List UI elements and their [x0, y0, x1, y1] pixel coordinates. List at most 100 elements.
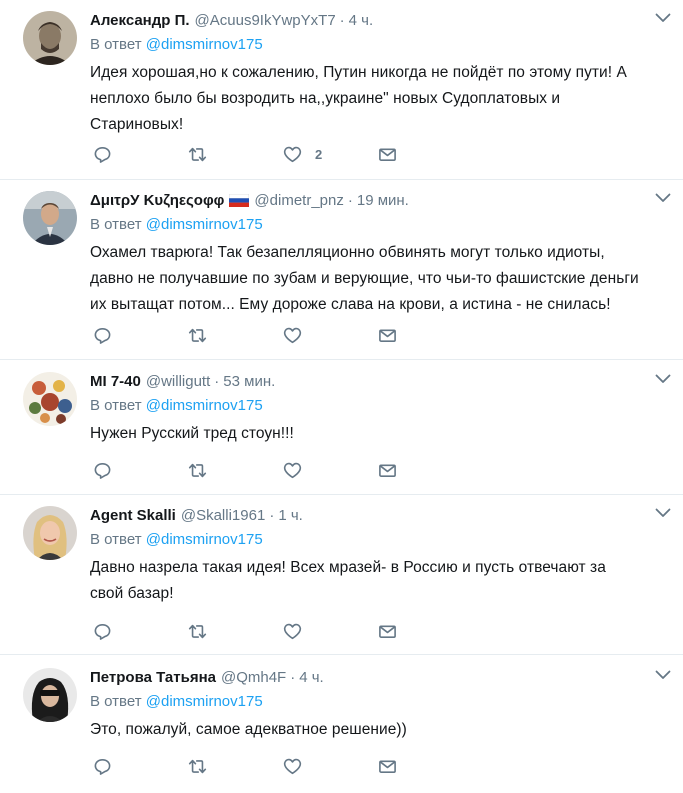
- separator: ·: [339, 11, 345, 29]
- chevron-down-icon[interactable]: [655, 508, 671, 518]
- tweet-header: Петрова Татьяна @Qmh4F · 4 ч.: [90, 668, 639, 686]
- tweet[interactable]: ΔμιτρУ Kυζηεςοφφ @dimetr_pnz · 19 мин. В…: [0, 180, 683, 360]
- reply-icon: [94, 328, 111, 344]
- like-icon: [283, 462, 302, 479]
- author-name[interactable]: Agent Skalli: [90, 507, 176, 524]
- tweet-header: MI 7-40 @willigutt · 53 мин.: [90, 372, 639, 390]
- separator: ·: [269, 506, 275, 524]
- reply-button[interactable]: [93, 326, 188, 345]
- retweet-button[interactable]: [188, 326, 283, 345]
- reply-mention-link[interactable]: @dimsmirnov175: [146, 531, 263, 548]
- like-button[interactable]: [283, 326, 378, 345]
- reply-icon: [94, 624, 111, 640]
- retweet-button[interactable]: [188, 622, 283, 641]
- tweet[interactable]: Agent Skalli @Skalli1961 · 1 ч. В ответ …: [0, 495, 683, 655]
- message-icon: [379, 148, 396, 162]
- reply-mention-link[interactable]: @dimsmirnov175: [146, 216, 263, 233]
- tweet[interactable]: Александр П. @Acuus9IkYwpYxT7 · 4 ч. В о…: [0, 0, 683, 180]
- tweet-text: Давно назрела такая идея! Всех мразей- в…: [90, 559, 606, 602]
- russia-flag-icon: [229, 193, 250, 207]
- message-button[interactable]: [378, 145, 473, 164]
- reply-button[interactable]: [93, 461, 188, 480]
- chevron-down-icon[interactable]: [655, 374, 671, 384]
- chevron-down-icon[interactable]: [655, 670, 671, 680]
- tweet-actions: [93, 757, 473, 776]
- reply-context: В ответ @dimsmirnov175: [90, 216, 639, 233]
- retweet-button[interactable]: [188, 461, 283, 480]
- reply-mention-link[interactable]: @dimsmirnov175: [146, 36, 263, 53]
- message-icon: [379, 464, 396, 478]
- retweet-icon: [188, 147, 207, 162]
- reply-button[interactable]: [93, 757, 188, 776]
- message-button[interactable]: [378, 622, 473, 641]
- tweet-header: Александр П. @Acuus9IkYwpYxT7 · 4 ч.: [90, 11, 639, 29]
- separator: ·: [347, 191, 353, 209]
- tweet-actions: 2: [93, 145, 473, 164]
- retweet-button[interactable]: [188, 757, 283, 776]
- like-icon: [283, 623, 302, 640]
- like-count: 2: [315, 147, 323, 162]
- reply-prefix: В ответ: [90, 216, 142, 233]
- author-handle[interactable]: @Skalli1961: [181, 507, 265, 524]
- avatar[interactable]: [23, 506, 77, 560]
- message-button[interactable]: [378, 326, 473, 345]
- tweet-actions: [93, 622, 473, 641]
- retweet-icon: [188, 624, 207, 639]
- timestamp[interactable]: 53 мин.: [223, 373, 275, 390]
- separator: ·: [290, 668, 296, 686]
- timestamp[interactable]: 4 ч.: [349, 12, 374, 29]
- author-handle[interactable]: @dimetr_pnz: [254, 192, 343, 209]
- author-handle[interactable]: @Acuus9IkYwpYxT7: [195, 12, 336, 29]
- tweet[interactable]: MI 7-40 @willigutt · 53 мин. В ответ @di…: [0, 360, 683, 495]
- avatar[interactable]: [23, 668, 77, 722]
- tweet-text: Это, пожалуй, самое адекватное решение)): [90, 721, 407, 738]
- reply-icon: [94, 759, 111, 775]
- tweet-text: Охамел тварюга! Так безапелляционно обви…: [90, 244, 639, 313]
- reply-prefix: В ответ: [90, 531, 142, 548]
- avatar[interactable]: [23, 191, 77, 245]
- reply-context: В ответ @dimsmirnov175: [90, 397, 639, 414]
- timestamp[interactable]: 1 ч.: [278, 507, 303, 524]
- separator: ·: [214, 372, 220, 390]
- reply-prefix: В ответ: [90, 36, 142, 53]
- timestamp[interactable]: 19 мин.: [357, 192, 409, 209]
- reply-mention-link[interactable]: @dimsmirnov175: [146, 693, 263, 710]
- like-button[interactable]: [283, 461, 378, 480]
- author-name[interactable]: Петрова Татьяна: [90, 669, 216, 686]
- retweet-button[interactable]: [188, 145, 283, 164]
- reply-context: В ответ @dimsmirnov175: [90, 531, 639, 548]
- author-handle[interactable]: @willigutt: [146, 373, 210, 390]
- retweet-icon: [188, 328, 207, 343]
- chevron-down-icon[interactable]: [655, 13, 671, 23]
- author-name[interactable]: Александр П.: [90, 12, 190, 29]
- tweet-text: Идея хорошая,но к сожалению, Путин никог…: [90, 64, 627, 133]
- reply-button[interactable]: [93, 622, 188, 641]
- like-button[interactable]: [283, 757, 378, 776]
- tweet-header: Agent Skalli @Skalli1961 · 1 ч.: [90, 506, 639, 524]
- author-name[interactable]: ΔμιτρУ Kυζηεςοφφ: [90, 192, 224, 209]
- reply-icon: [94, 147, 111, 163]
- message-button[interactable]: [378, 461, 473, 480]
- like-icon: [283, 146, 302, 163]
- timestamp[interactable]: 4 ч.: [299, 669, 324, 686]
- avatar[interactable]: [23, 372, 77, 426]
- author-name[interactable]: MI 7-40: [90, 373, 141, 390]
- reply-context: В ответ @dimsmirnov175: [90, 693, 639, 710]
- reply-button[interactable]: [93, 145, 188, 164]
- replies-feed: Александр П. @Acuus9IkYwpYxT7 · 4 ч. В о…: [0, 0, 683, 793]
- message-button[interactable]: [378, 757, 473, 776]
- reply-context: В ответ @dimsmirnov175: [90, 36, 639, 53]
- tweet-actions: [93, 326, 473, 345]
- chevron-down-icon[interactable]: [655, 193, 671, 203]
- tweet[interactable]: Петрова Татьяна @Qmh4F · 4 ч. В ответ @d…: [0, 655, 683, 793]
- retweet-icon: [188, 463, 207, 478]
- reply-mention-link[interactable]: @dimsmirnov175: [146, 397, 263, 414]
- avatar[interactable]: [23, 11, 77, 65]
- tweet-header: ΔμιτρУ Kυζηεςοφφ @dimetr_pnz · 19 мин.: [90, 191, 639, 209]
- like-button[interactable]: [283, 622, 378, 641]
- message-icon: [379, 760, 396, 774]
- reply-icon: [94, 463, 111, 479]
- message-icon: [379, 329, 396, 343]
- like-button[interactable]: 2: [283, 145, 378, 164]
- author-handle[interactable]: @Qmh4F: [221, 669, 286, 686]
